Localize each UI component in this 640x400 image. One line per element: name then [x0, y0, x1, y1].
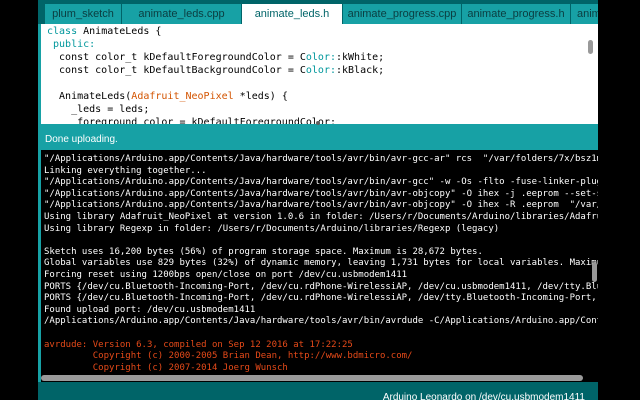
pane-divider-handle[interactable] [316, 121, 320, 125]
console-line: /Applications/Arduino.app/Contents/Java/… [44, 316, 598, 327]
console-line: PORTS {/dev/cu.Bluetooth-Incoming-Port, … [44, 281, 598, 292]
code-text: *leds) { [233, 91, 288, 102]
code-text: AnimateLeds { [77, 26, 162, 37]
ide-window: plum_sketch animate_leds.cpp animate_led… [38, 0, 598, 400]
tab-bar: plum_sketch animate_leds.cpp animate_led… [38, 0, 598, 24]
console-output[interactable]: "/Applications/Arduino.app/Contents/Java… [41, 150, 598, 382]
class-color: olor: [305, 52, 336, 63]
code-text: :kBlack; [336, 65, 385, 76]
console-line: Global variables use 829 bytes (32%) of … [44, 258, 598, 269]
code-line: _leds = leds; [47, 103, 149, 116]
board-port-info: Arduino Leonardo on /dev/cu.usbmodem1411 [382, 392, 585, 400]
editor-scrollbar[interactable] [588, 40, 593, 54]
console-line: Using library Adafruit_NeoPixel at versi… [44, 212, 598, 222]
code-line: _foreground_color = kDefaultForegroundCo… [47, 116, 336, 124]
class-neopixel: Adafruit_NeoPixel [131, 91, 234, 102]
class-color: olor: [305, 65, 336, 76]
console-line: avrdude: Version 6.3, compiled on Sep 12… [44, 339, 353, 350]
console-line: Linking everything together... [44, 165, 207, 176]
code-text: const color_t kDefaultForegroundColor = … [47, 52, 306, 63]
arduino-ide-app: plum_sketch animate_leds.cpp animate_led… [0, 0, 640, 400]
code-editor[interactable]: class AnimateLeds { public: const color_… [41, 24, 598, 124]
console-line: "/Applications/Arduino.app/Contents/Java… [44, 177, 598, 188]
console-line: Sketch uses 16,200 bytes (56%) of progra… [44, 246, 483, 257]
console-line: Found upload port: /dev/cu.usbmodem1411 [44, 304, 256, 315]
console-line: Forcing reset using 1200bps open/close o… [44, 270, 408, 280]
code-line: public: [47, 38, 95, 51]
console-line: Copyright (c) 2000-2005 Brian Dean, http… [44, 351, 413, 362]
footer-bar: Arduino Leonardo on /dev/cu.usbmodem1411 [38, 382, 598, 400]
console-scrollbar[interactable] [592, 262, 597, 282]
code-line: class AnimateLeds { [47, 25, 161, 38]
console-line: "/Applications/Arduino.app/Contents/Java… [44, 154, 598, 164]
tab-animate-progress-h[interactable]: animate_progress.h [462, 4, 570, 24]
code-line: AnimateLeds(Adafruit_NeoPixel *leds) { [47, 90, 288, 103]
console-line: Using library Regexp in folder: /Users/r… [44, 223, 500, 234]
code-text: :kWhite; [336, 52, 385, 63]
status-message: Done uploading. [45, 134, 118, 145]
keyword-class: class [47, 26, 78, 37]
status-bar: Done uploading. [38, 128, 598, 150]
console-line: "/Applications/Arduino.app/Contents/Java… [44, 188, 598, 199]
console-horizontal-scrollbar[interactable] [41, 373, 598, 382]
horizontal-scroll-thumb[interactable] [41, 375, 583, 381]
code-text: const color_t kDefaultBackgroundColor = … [47, 65, 306, 76]
tab-more-label: anima [577, 8, 598, 20]
tab-animate-progress-cpp[interactable]: animate_progress.cpp [343, 4, 461, 24]
console-line: PORTS {/dev/cu.Bluetooth-Incoming-Port, … [44, 293, 598, 304]
keyword-public: public: [47, 39, 96, 50]
tab-animate-leds-h[interactable]: animate_leds.h [242, 4, 342, 24]
tab-more-dropdown[interactable]: anima▼run [571, 4, 598, 24]
code-text: _foreground_color = kDefaultForegroundCo… [47, 117, 336, 124]
tab-plum-sketch[interactable]: plum_sketch [45, 4, 121, 24]
code-text: AnimateLeds( [47, 91, 132, 102]
code-text: _leds = leds; [47, 104, 150, 115]
console-line: "/Applications/Arduino.app/Contents/Java… [44, 200, 598, 211]
code-line: const color_t kDefaultForegroundColor = … [47, 51, 384, 64]
code-line: const color_t kDefaultBackgroundColor = … [47, 64, 384, 77]
console-line: Copyright (c) 2007-2014 Joerg Wunsch [44, 362, 288, 373]
tab-animate-leds-cpp[interactable]: animate_leds.cpp [122, 4, 241, 24]
